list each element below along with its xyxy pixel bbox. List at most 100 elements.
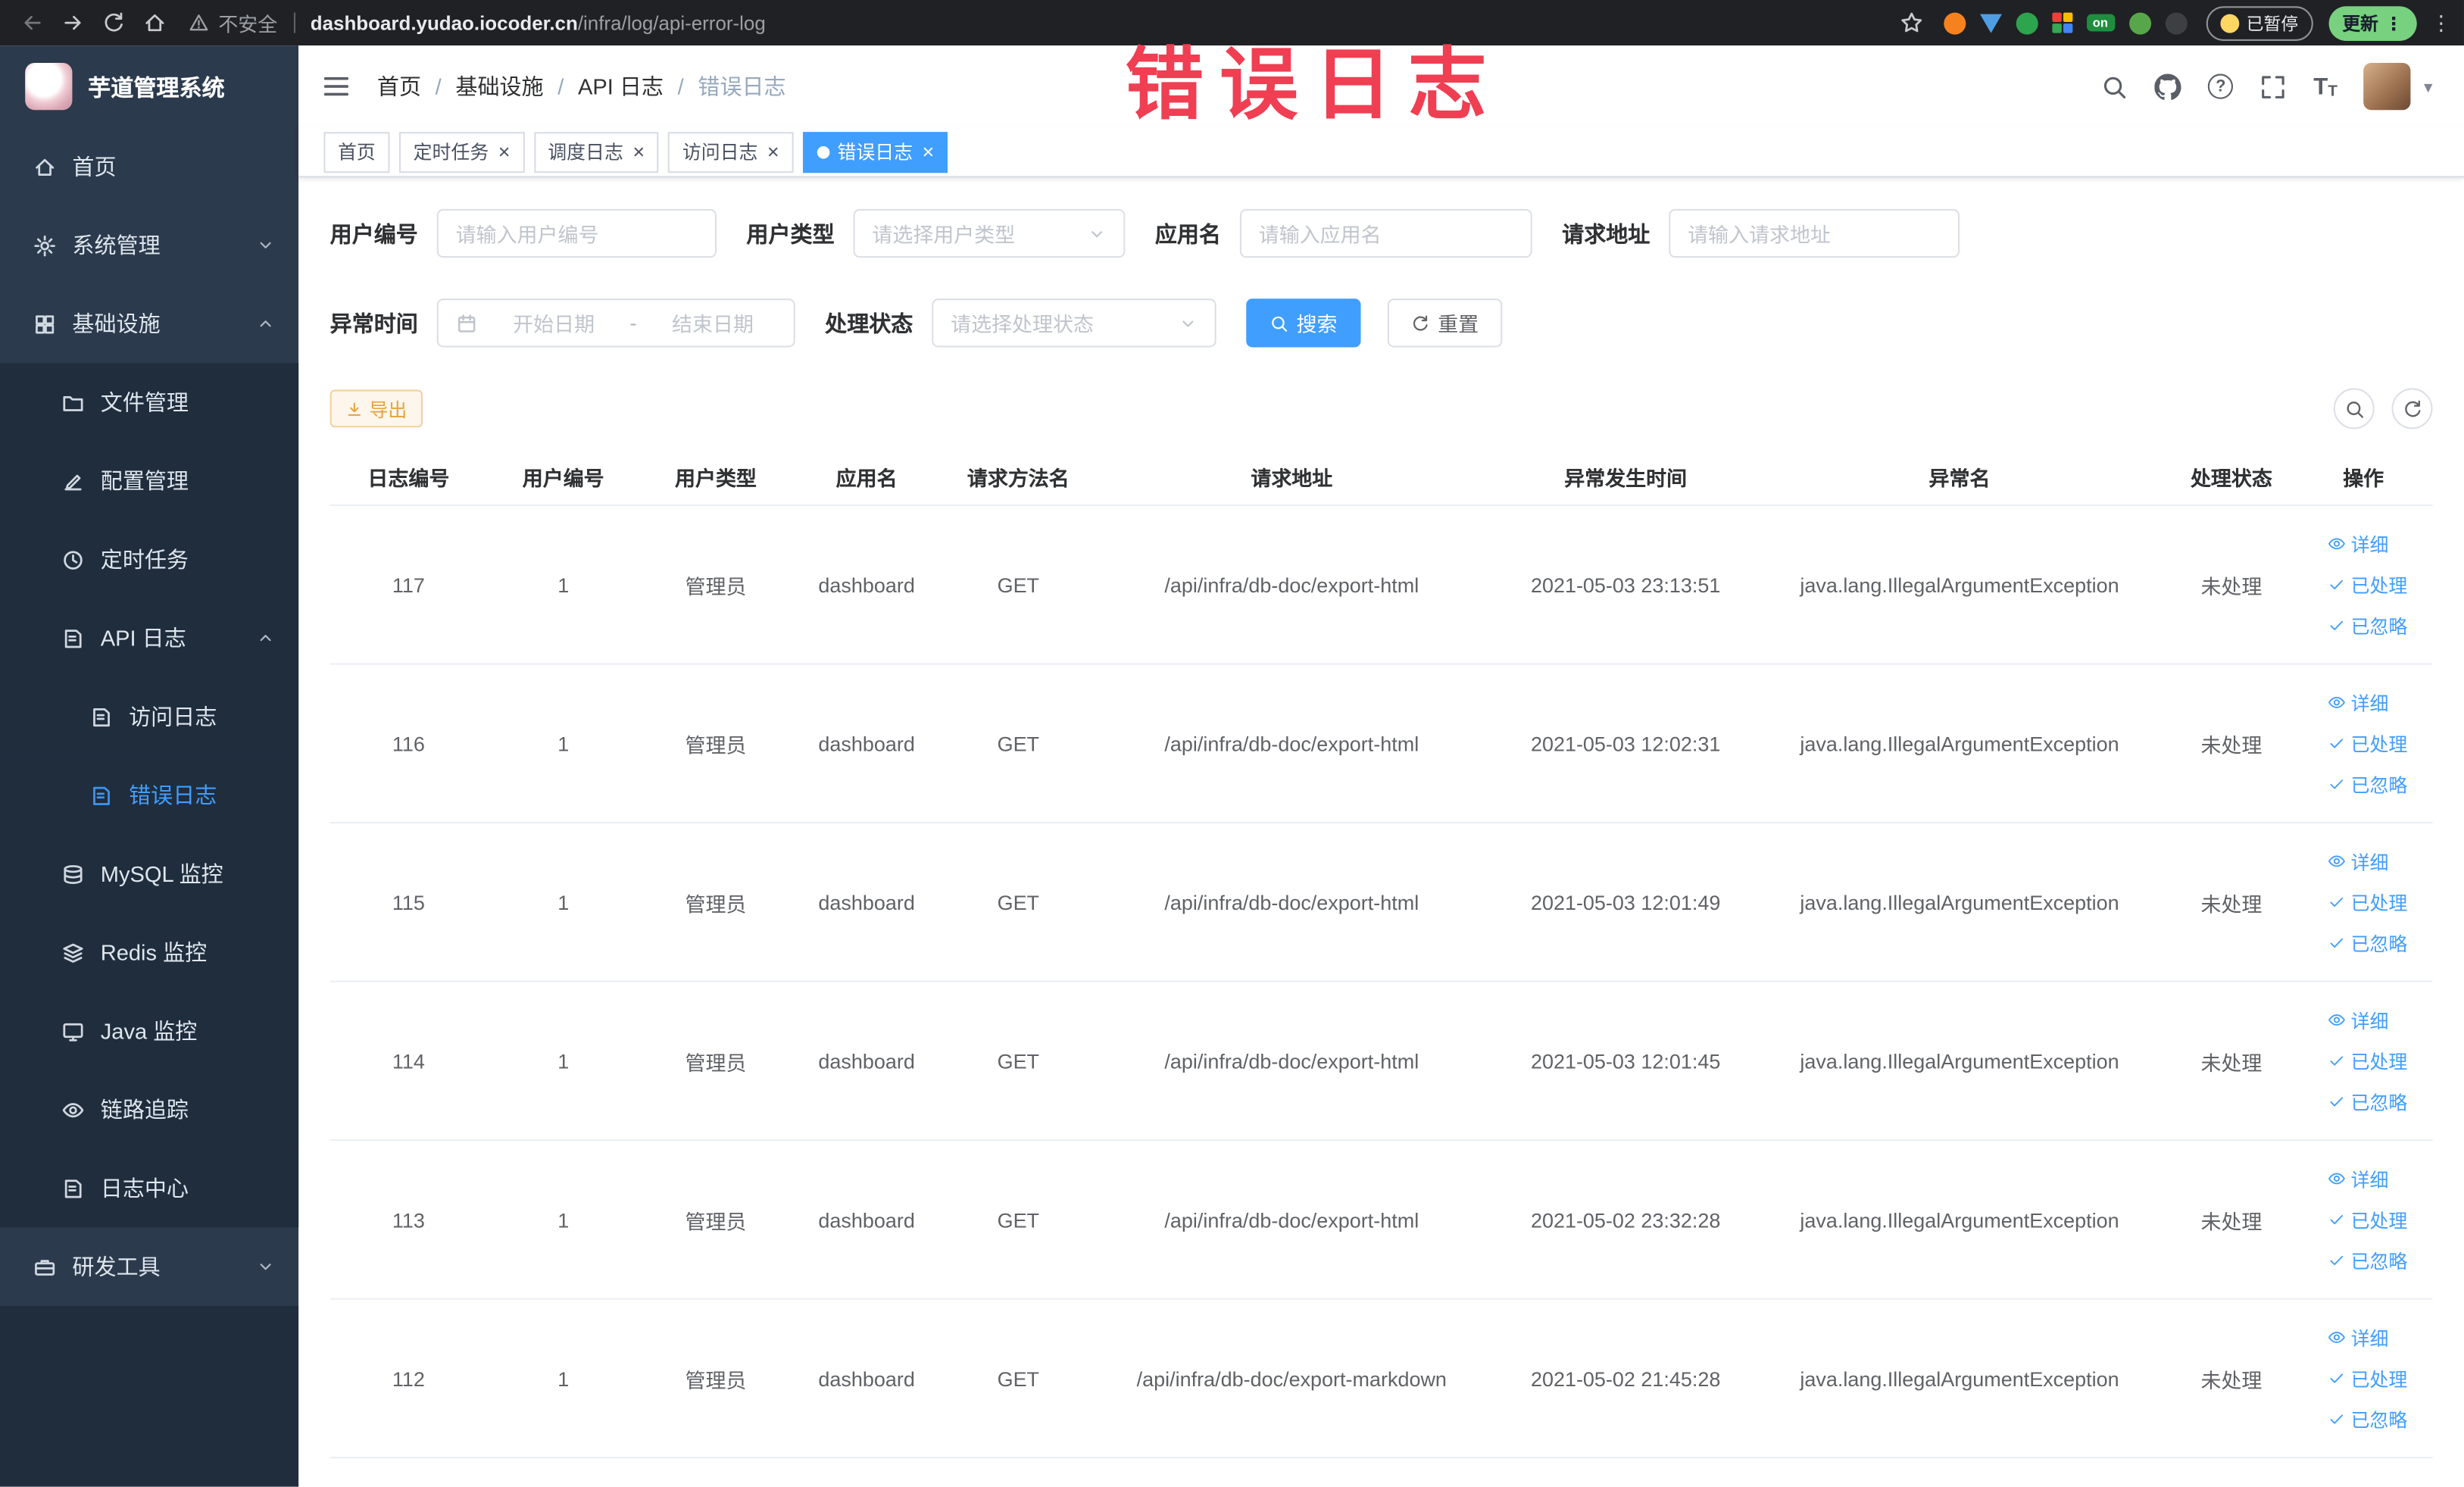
- user-type-select[interactable]: 请选择用户类型: [853, 208, 1126, 258]
- sidebar-item-home[interactable]: 首页: [0, 127, 298, 206]
- sidebar-item-config[interactable]: 配置管理: [0, 441, 299, 520]
- app-name-placeholder: 请输入应用名: [1258, 223, 1382, 247]
- action-detail-link[interactable]: 详细: [2327, 689, 2388, 716]
- cell-user_type: 管理员: [685, 1367, 747, 1392]
- action-ignored-link[interactable]: 已忽略: [2327, 1089, 2407, 1115]
- export-button[interactable]: 导出: [329, 389, 423, 428]
- action-detail-link[interactable]: 详细: [2327, 1007, 2388, 1033]
- browser-back-icon[interactable]: [13, 4, 51, 42]
- action-processed-link[interactable]: 已处理: [2327, 1206, 2407, 1232]
- action-ignored-link[interactable]: 已忽略: [2327, 1406, 2407, 1432]
- breadcrumb-item[interactable]: 首页: [377, 70, 421, 102]
- action-detail-link[interactable]: 详细: [2327, 848, 2388, 874]
- browser-menu-icon[interactable]: ⋮: [2431, 10, 2451, 35]
- address-bar[interactable]: 不安全 dashboard.yudao.iocoder.cn/infra/log…: [189, 8, 1878, 37]
- fullscreen-icon[interactable]: [2260, 73, 2287, 99]
- tab-调度日志[interactable]: 调度日志 ×: [533, 131, 659, 173]
- action-detail-link[interactable]: 详细: [2327, 1324, 2388, 1351]
- tab-首页[interactable]: 首页: [323, 131, 390, 173]
- column-header: 用户编号: [522, 467, 604, 491]
- help-icon[interactable]: ?: [2208, 73, 2234, 99]
- tab-close-icon[interactable]: ×: [498, 142, 511, 162]
- browser-forward-icon[interactable]: [54, 4, 92, 42]
- sidebar-item-access-log[interactable]: 访问日志: [0, 677, 299, 756]
- action-processed-link[interactable]: 已处理: [2327, 889, 2407, 915]
- extension-icon-paw[interactable]: [2164, 11, 2187, 34]
- browser-refresh-icon[interactable]: [94, 4, 132, 42]
- eye-icon: [2327, 1170, 2346, 1189]
- extension-icons: on: [1943, 11, 2187, 34]
- action-processed-link[interactable]: 已处理: [2327, 730, 2407, 757]
- action-ignored-link[interactable]: 已忽略: [2327, 1247, 2407, 1273]
- cell-exception: java.lang.IllegalArgumentException: [1800, 890, 2119, 914]
- extension-icon-green[interactable]: [2016, 11, 2038, 34]
- active-tab-dot: [817, 145, 830, 158]
- cell-id: 117: [392, 573, 425, 597]
- extension-icon-grid[interactable]: [2051, 12, 2072, 33]
- search-icon[interactable]: [2101, 73, 2128, 99]
- cell-status: 未处理: [2200, 733, 2263, 757]
- extension-icon-blue[interactable]: [1979, 13, 2002, 33]
- sidebar-item-file[interactable]: 文件管理: [0, 363, 299, 442]
- tab-访问日志[interactable]: 访问日志 ×: [668, 131, 794, 173]
- sidebar-item-system[interactable]: 系统管理: [0, 206, 298, 285]
- extension-icon-on-badge[interactable]: on: [2086, 14, 2115, 32]
- extension-icon-leaf[interactable]: [2128, 11, 2151, 34]
- sidebar-item-trace[interactable]: 链路追踪: [0, 1070, 299, 1149]
- breadcrumb-item[interactable]: 基础设施: [455, 70, 543, 102]
- browser-home-icon[interactable]: [135, 4, 173, 42]
- sidebar-item-redis[interactable]: Redis 监控: [0, 913, 299, 992]
- action-ignored-link[interactable]: 已忽略: [2327, 612, 2407, 639]
- request-url-input[interactable]: 请输入请求地址: [1669, 208, 1960, 258]
- date-range-picker[interactable]: 开始日期 - 结束日期: [436, 298, 795, 348]
- action-processed-link[interactable]: 已处理: [2327, 1048, 2407, 1074]
- cell-url: /api/infra/db-doc/export-html: [1164, 1048, 1419, 1073]
- sidebar-menu: 首页 系统管理 基础设施 文件管理 配置管理 定时任务 API 日志 访问日志 错误日志 MySQ…: [0, 127, 299, 1306]
- browser-update-button[interactable]: 更新 ⋮: [2328, 5, 2417, 40]
- tab-错误日志[interactable]: 错误日志 ×: [802, 131, 948, 173]
- action-ignored-link[interactable]: 已忽略: [2327, 771, 2407, 798]
- cell-time: 2021-05-03 23:13:51: [1530, 573, 1721, 597]
- action-detail-link[interactable]: 详细: [2327, 530, 2388, 557]
- refresh-icon: [1411, 314, 1430, 333]
- hamburger-icon[interactable]: [320, 70, 351, 102]
- search-button[interactable]: 搜索: [1246, 298, 1361, 348]
- sidebar-item-mysql[interactable]: MySQL 监控: [0, 834, 299, 914]
- sidebar-item-job[interactable]: 定时任务: [0, 520, 299, 599]
- sidebar-item-error-log[interactable]: 错误日志: [0, 755, 299, 835]
- reset-button[interactable]: 重置: [1387, 298, 1503, 348]
- tab-close-icon[interactable]: ×: [922, 142, 934, 162]
- app-name-input[interactable]: 请输入应用名: [1239, 208, 1532, 258]
- paused-badge[interactable]: 已暂停: [2205, 5, 2313, 40]
- sidebar-item-dev-tools[interactable]: 研发工具: [0, 1227, 298, 1306]
- sidebar-item-log-center[interactable]: 日志中心: [0, 1148, 299, 1228]
- action-label: 已处理: [2350, 1367, 2408, 1390]
- breadcrumb-item[interactable]: API 日志: [578, 70, 664, 102]
- extension-icon-orange[interactable]: [1943, 11, 1966, 34]
- refresh-table-button[interactable]: [2391, 388, 2433, 430]
- tab-定时任务[interactable]: 定时任务 ×: [398, 131, 525, 173]
- action-ignored-link[interactable]: 已忽略: [2327, 929, 2407, 956]
- date-range-separator: -: [629, 311, 637, 335]
- github-icon[interactable]: [2155, 73, 2181, 99]
- action-processed-link[interactable]: 已处理: [2327, 571, 2407, 598]
- process-status-select[interactable]: 请选择处理状态: [932, 298, 1216, 348]
- user-id-input[interactable]: 请输入用户编号: [436, 208, 717, 258]
- tab-close-icon[interactable]: ×: [632, 142, 645, 162]
- filter-row-2: 异常时间 开始日期 - 结束日期 处理状态 请选择处理状态 搜索 重置: [330, 298, 2433, 348]
- action-detail-link[interactable]: 详细: [2327, 1165, 2388, 1192]
- check-icon: [2327, 575, 2346, 594]
- font-size-icon[interactable]: TT: [2313, 73, 2338, 99]
- avatar-caret-icon[interactable]: ▾: [2424, 77, 2432, 97]
- sidebar-item-java[interactable]: Java 监控: [0, 992, 299, 1070]
- action-processed-link[interactable]: 已处理: [2327, 1365, 2407, 1392]
- tab-close-icon[interactable]: ×: [767, 142, 779, 162]
- user-avatar[interactable]: [2364, 62, 2412, 111]
- bookmark-star-icon[interactable]: [1893, 4, 1931, 42]
- app-logo[interactable]: 芋道管理系统: [0, 45, 298, 127]
- eye-icon: [2327, 1011, 2346, 1029]
- sidebar-item-infra[interactable]: 基础设施: [0, 285, 298, 364]
- sidebar-item-api-log[interactable]: API 日志: [0, 598, 299, 678]
- search-icon: [2344, 398, 2364, 419]
- toggle-search-button[interactable]: [2333, 388, 2375, 430]
